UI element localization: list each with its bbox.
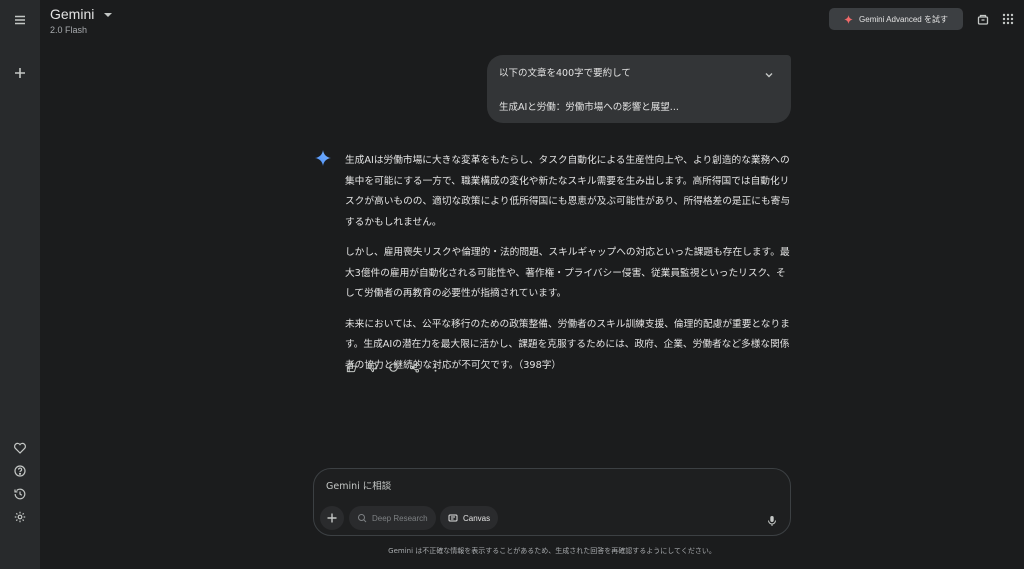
try-advanced-button[interactable]: Gemini Advanced を試す [829, 8, 963, 30]
expand-chevron-icon[interactable] [763, 69, 775, 81]
prompt-input[interactable] [326, 481, 766, 492]
thumbs-down-icon[interactable] [366, 361, 378, 373]
activity-history-icon[interactable] [8, 482, 32, 506]
chevron-down-icon [104, 12, 113, 17]
gemini-spark-icon [315, 150, 331, 166]
help-icon[interactable] [8, 459, 32, 483]
temporary-chat-icon[interactable] [976, 11, 990, 25]
add-attachment-button[interactable] [320, 506, 344, 530]
gems-heart-icon[interactable] [8, 436, 32, 460]
model-switcher[interactable]: Gemini 2.0 Flash [50, 6, 113, 35]
response-paragraph: 生成AIは労働市場に大きな変革をもたらし、タスク自動化による生産性向上や、より創… [345, 155, 791, 228]
canvas-button[interactable]: Canvas [440, 506, 499, 530]
prompt-composer: Deep Research Canvas [313, 468, 791, 536]
user-prompt-text: 以下の文章を400字で要約して [499, 68, 631, 79]
plus-icon [327, 513, 337, 523]
response-actions [345, 361, 441, 373]
share-icon[interactable] [408, 361, 420, 373]
sparkle-icon [844, 14, 854, 24]
canvas-label: Canvas [463, 513, 491, 523]
canvas-icon [448, 514, 458, 522]
regenerate-icon[interactable] [387, 361, 399, 373]
settings-gear-icon[interactable] [8, 505, 32, 529]
more-options-icon[interactable] [429, 361, 441, 373]
thumbs-up-icon[interactable] [345, 361, 357, 373]
user-prompt-attachment-text: 生成AIと労働：労働市場への影響と展望... [499, 102, 679, 113]
app-root: Gemini 2.0 Flash Gemini Advanced を試す 以下の… [0, 0, 1024, 569]
try-advanced-label: Gemini Advanced を試す [859, 14, 948, 24]
model-response: 生成AIは労働市場に大きな変革をもたらし、タスク自動化による生産性向上や、より創… [345, 151, 793, 386]
deep-research-label: Deep Research [372, 513, 428, 523]
menu-icon[interactable] [8, 8, 32, 32]
app-title: Gemini [50, 6, 95, 22]
model-name: 2.0 Flash [50, 25, 88, 35]
response-paragraph: しかし、雇用喪失リスクや倫理的・法的問題、スキルギャップへの対応といった課題も存… [345, 247, 790, 299]
deep-research-icon [358, 514, 367, 523]
disclaimer-text: Gemini は不正確な情報を表示することがあるため、生成された回答を再確認する… [388, 547, 716, 555]
deep-research-button[interactable]: Deep Research [349, 506, 436, 530]
new-chat-button[interactable] [8, 61, 32, 85]
user-prompt-bubble: 以下の文章を400字で要約して 生成AIと労働：労働市場への影響と展望... [487, 55, 791, 123]
microphone-icon[interactable] [766, 512, 778, 526]
sidebar [0, 0, 40, 569]
brand-row[interactable]: Gemini [50, 6, 113, 22]
apps-grid-icon[interactable] [1001, 11, 1015, 25]
